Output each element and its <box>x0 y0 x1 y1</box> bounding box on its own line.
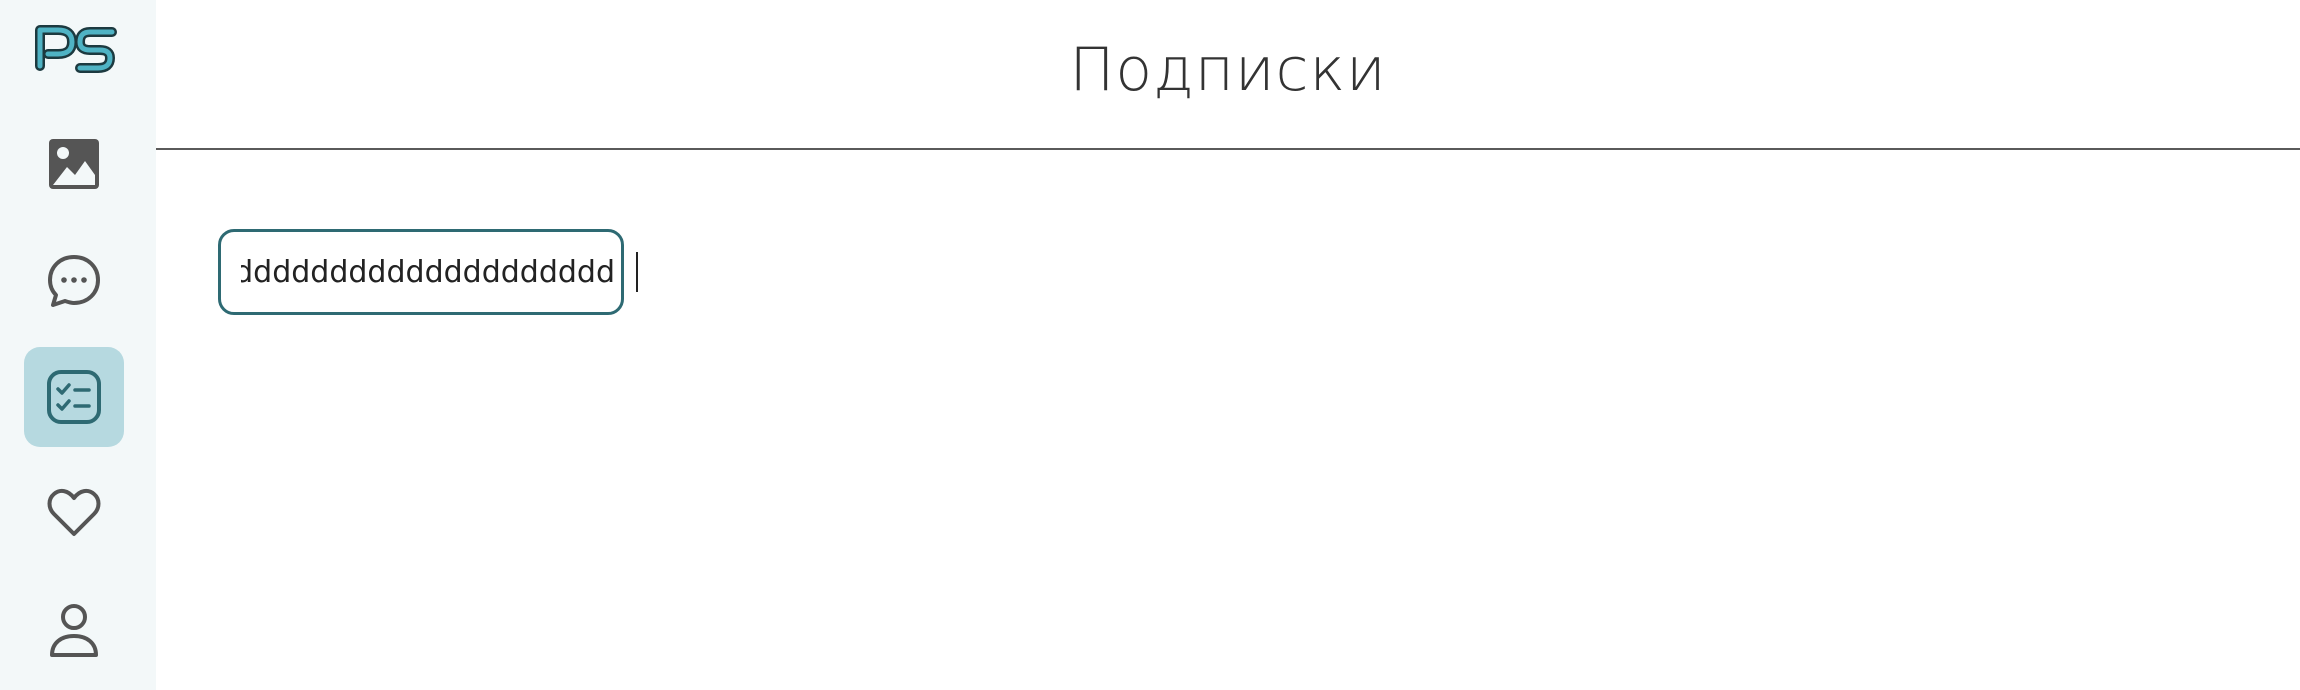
checklist-icon <box>47 370 101 424</box>
search-input[interactable] <box>218 229 624 315</box>
heart-icon <box>47 488 101 536</box>
sidebar-item-profile[interactable] <box>24 580 124 680</box>
ps-logo-icon <box>35 25 117 73</box>
chat-bubble-icon <box>48 255 100 307</box>
sidebar-item-subscriptions[interactable] <box>24 347 124 447</box>
sidebar-item-gallery[interactable] <box>24 114 124 214</box>
sidebar <box>0 0 156 690</box>
sidebar-item-chat[interactable] <box>24 231 124 331</box>
page-title: Подписки <box>1069 35 1387 105</box>
page-header: Подписки <box>156 0 2300 150</box>
search-container <box>218 229 624 315</box>
sidebar-item-favorites[interactable] <box>24 463 124 563</box>
app-root: Подписки <box>0 0 2300 690</box>
logo[interactable] <box>30 18 120 76</box>
user-icon <box>50 604 98 657</box>
main-content: Подписки <box>156 0 2300 690</box>
text-caret <box>636 252 638 292</box>
image-icon <box>49 139 99 189</box>
